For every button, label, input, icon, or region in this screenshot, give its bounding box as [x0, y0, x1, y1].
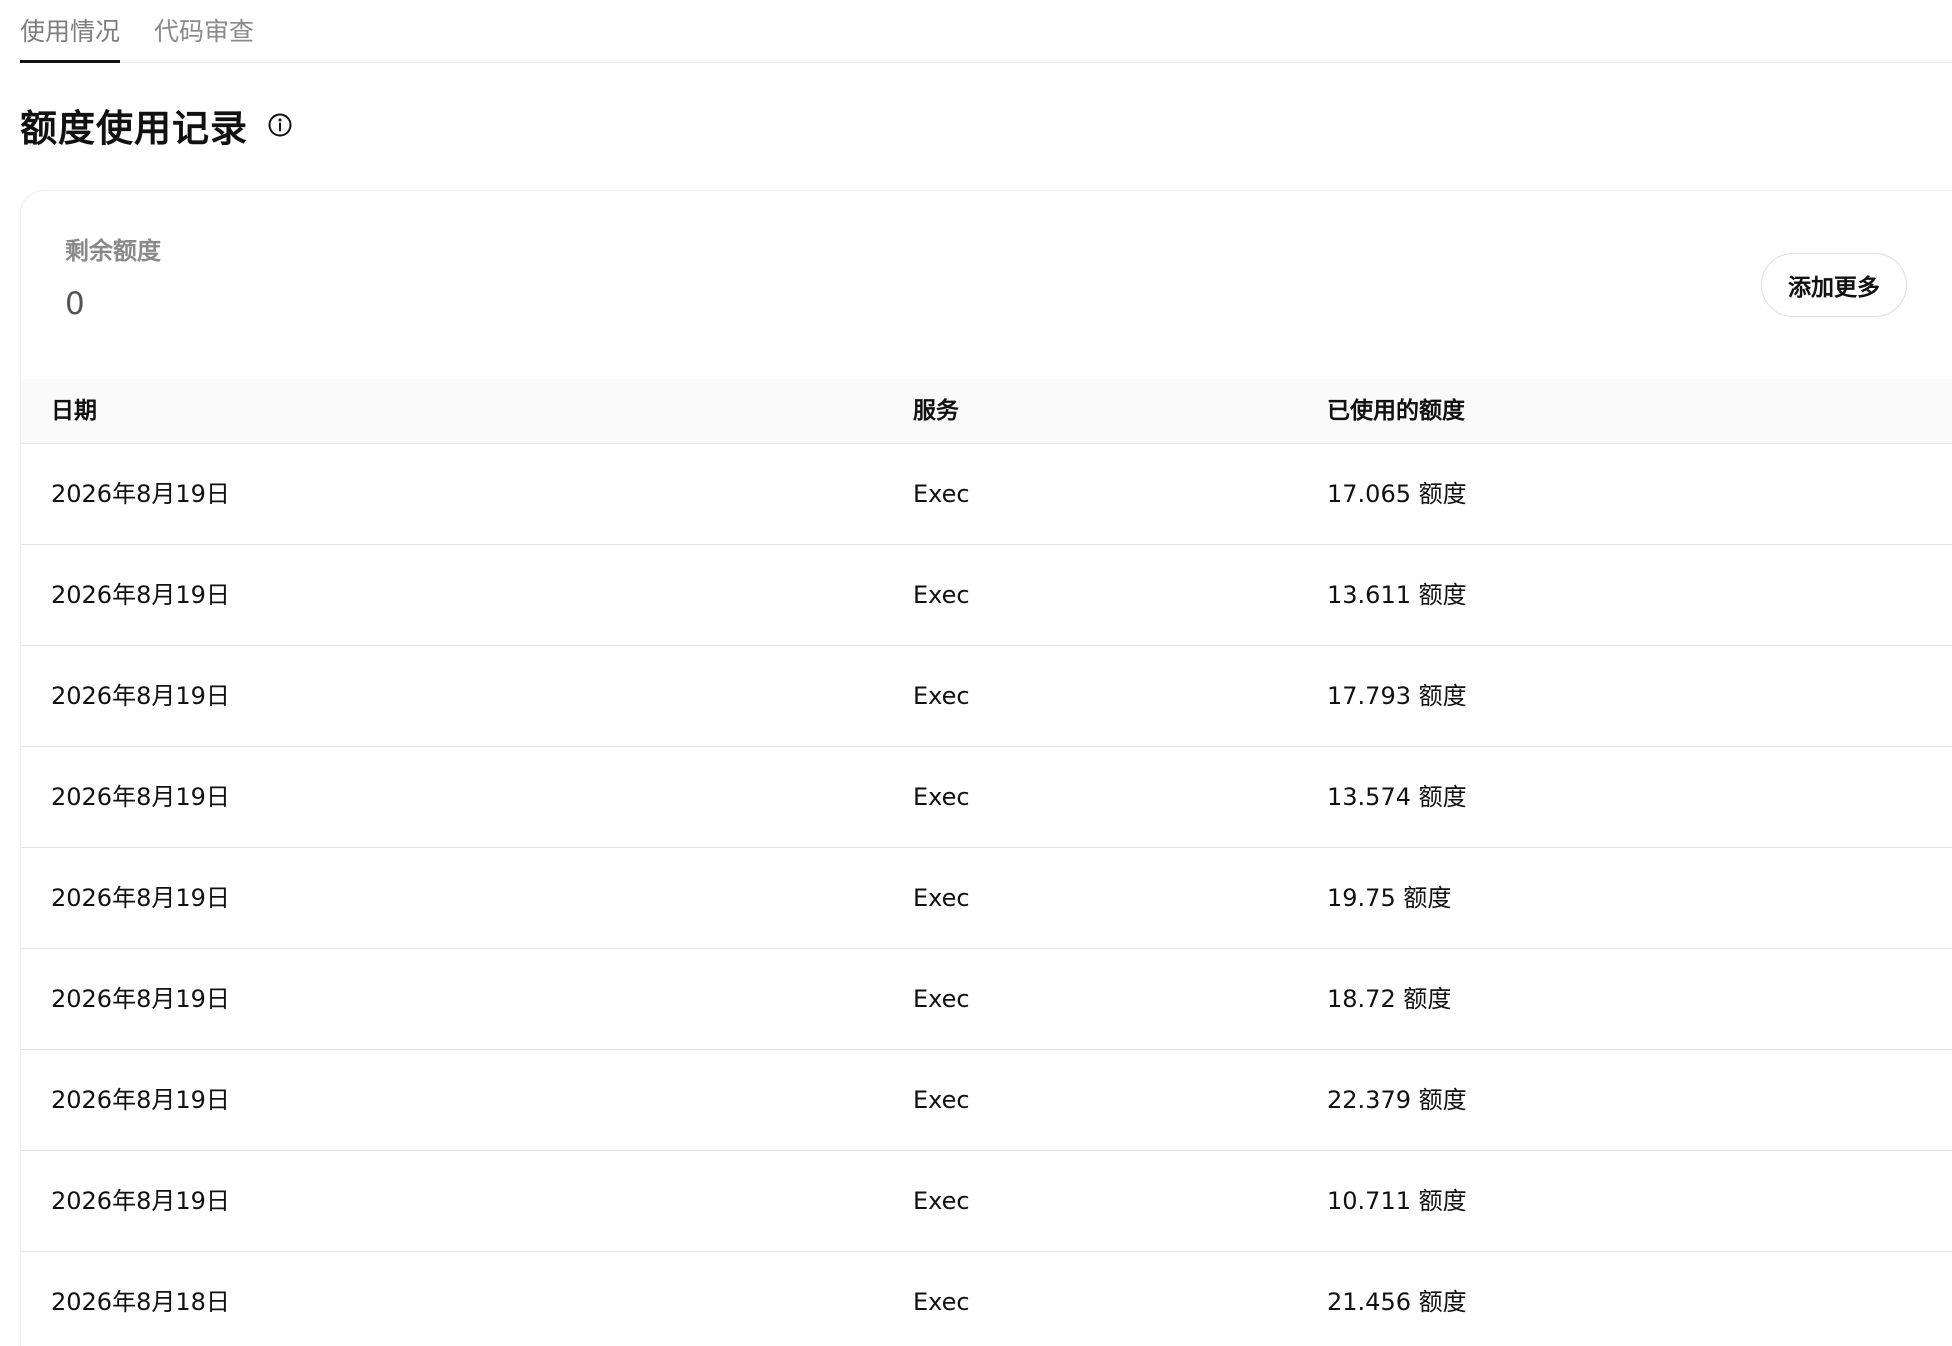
- tab-code-review[interactable]: 代码审查: [154, 0, 254, 62]
- add-more-button[interactable]: 添加更多: [1761, 253, 1907, 317]
- cell-service: Exec: [913, 1288, 970, 1316]
- cell-credits-used: 13.574 额度: [1327, 783, 1467, 811]
- table-row: 2026年8月19日 Exec 17.065 额度: [21, 444, 1952, 545]
- cell-date: 2026年8月19日: [51, 884, 230, 912]
- cell-date: 2026年8月19日: [51, 480, 230, 508]
- remaining-credits-summary: 剩余额度 0: [65, 231, 161, 322]
- cell-date: 2026年8月19日: [51, 783, 230, 811]
- cell-credits-used: 17.065 额度: [1327, 480, 1467, 508]
- remaining-credits-label: 剩余额度: [65, 237, 161, 265]
- table-body: 2026年8月19日 Exec 17.065 额度 2026年8月19日 Exec 13.…: [21, 444, 1952, 1346]
- table-row: 2026年8月19日 Exec 13.611 额度: [21, 545, 1952, 646]
- cell-service: Exec: [913, 1187, 970, 1215]
- cell-date: 2026年8月19日: [51, 682, 230, 710]
- table-row: 2026年8月19日 Exec 22.379 额度: [21, 1050, 1952, 1151]
- table-header: 日期 服务 已使用的额度: [21, 379, 1952, 444]
- cell-date: 2026年8月19日: [51, 985, 230, 1013]
- tab-usage[interactable]: 使用情况: [20, 0, 121, 63]
- cell-date: 2026年8月18日: [51, 1288, 230, 1316]
- table-row: 2026年8月19日 Exec 17.793 额度: [21, 646, 1952, 747]
- table-row: 2026年8月18日 Exec 21.456 额度: [21, 1252, 1952, 1346]
- info-circle-icon[interactable]: [266, 111, 294, 139]
- cell-date: 2026年8月19日: [51, 1086, 230, 1114]
- cell-date: 2026年8月19日: [51, 581, 230, 609]
- cell-credits-used: 13.611 额度: [1327, 581, 1467, 609]
- remaining-credits-value: 0: [65, 286, 85, 322]
- cell-credits-used: 17.793 额度: [1327, 682, 1467, 710]
- cell-service: Exec: [913, 985, 970, 1013]
- usage-page: 使用情况 代码审查 额度使用记录 剩余额度 0 添加更多 日期 服务 已使用的额…: [0, 0, 1952, 1346]
- table-row: 2026年8月19日 Exec 19.75 额度: [21, 848, 1952, 949]
- cell-credits-used: 10.711 额度: [1327, 1187, 1467, 1215]
- cell-service: Exec: [913, 1086, 970, 1114]
- tab-bar: 使用情况 代码审查: [20, 0, 1952, 63]
- cell-credits-used: 19.75 额度: [1327, 884, 1452, 912]
- table-row: 2026年8月19日 Exec 13.574 额度: [21, 747, 1952, 848]
- page-heading: 额度使用记录: [20, 98, 294, 152]
- table-row: 2026年8月19日 Exec 10.711 额度: [21, 1151, 1952, 1252]
- page-title: 额度使用记录: [20, 107, 248, 150]
- cell-credits-used: 18.72 额度: [1327, 985, 1452, 1013]
- column-header-credits-used[interactable]: 已使用的额度: [1327, 379, 1465, 443]
- cell-credits-used: 22.379 额度: [1327, 1086, 1467, 1114]
- usage-table: 日期 服务 已使用的额度 2026年8月19日 Exec 17.065 额度 2026…: [21, 379, 1952, 1346]
- credits-card: 剩余额度 0 添加更多 日期 服务 已使用的额度 2026年8月19日 Exec 1…: [20, 190, 1952, 1346]
- cell-service: Exec: [913, 884, 970, 912]
- cell-service: Exec: [913, 581, 970, 609]
- cell-credits-used: 21.456 额度: [1327, 1288, 1467, 1316]
- table-row: 2026年8月19日 Exec 18.72 额度: [21, 949, 1952, 1050]
- cell-date: 2026年8月19日: [51, 1187, 230, 1215]
- cell-service: Exec: [913, 682, 970, 710]
- cell-service: Exec: [913, 480, 970, 508]
- column-header-date[interactable]: 日期: [51, 379, 97, 443]
- column-header-service[interactable]: 服务: [913, 379, 959, 443]
- cell-service: Exec: [913, 783, 970, 811]
